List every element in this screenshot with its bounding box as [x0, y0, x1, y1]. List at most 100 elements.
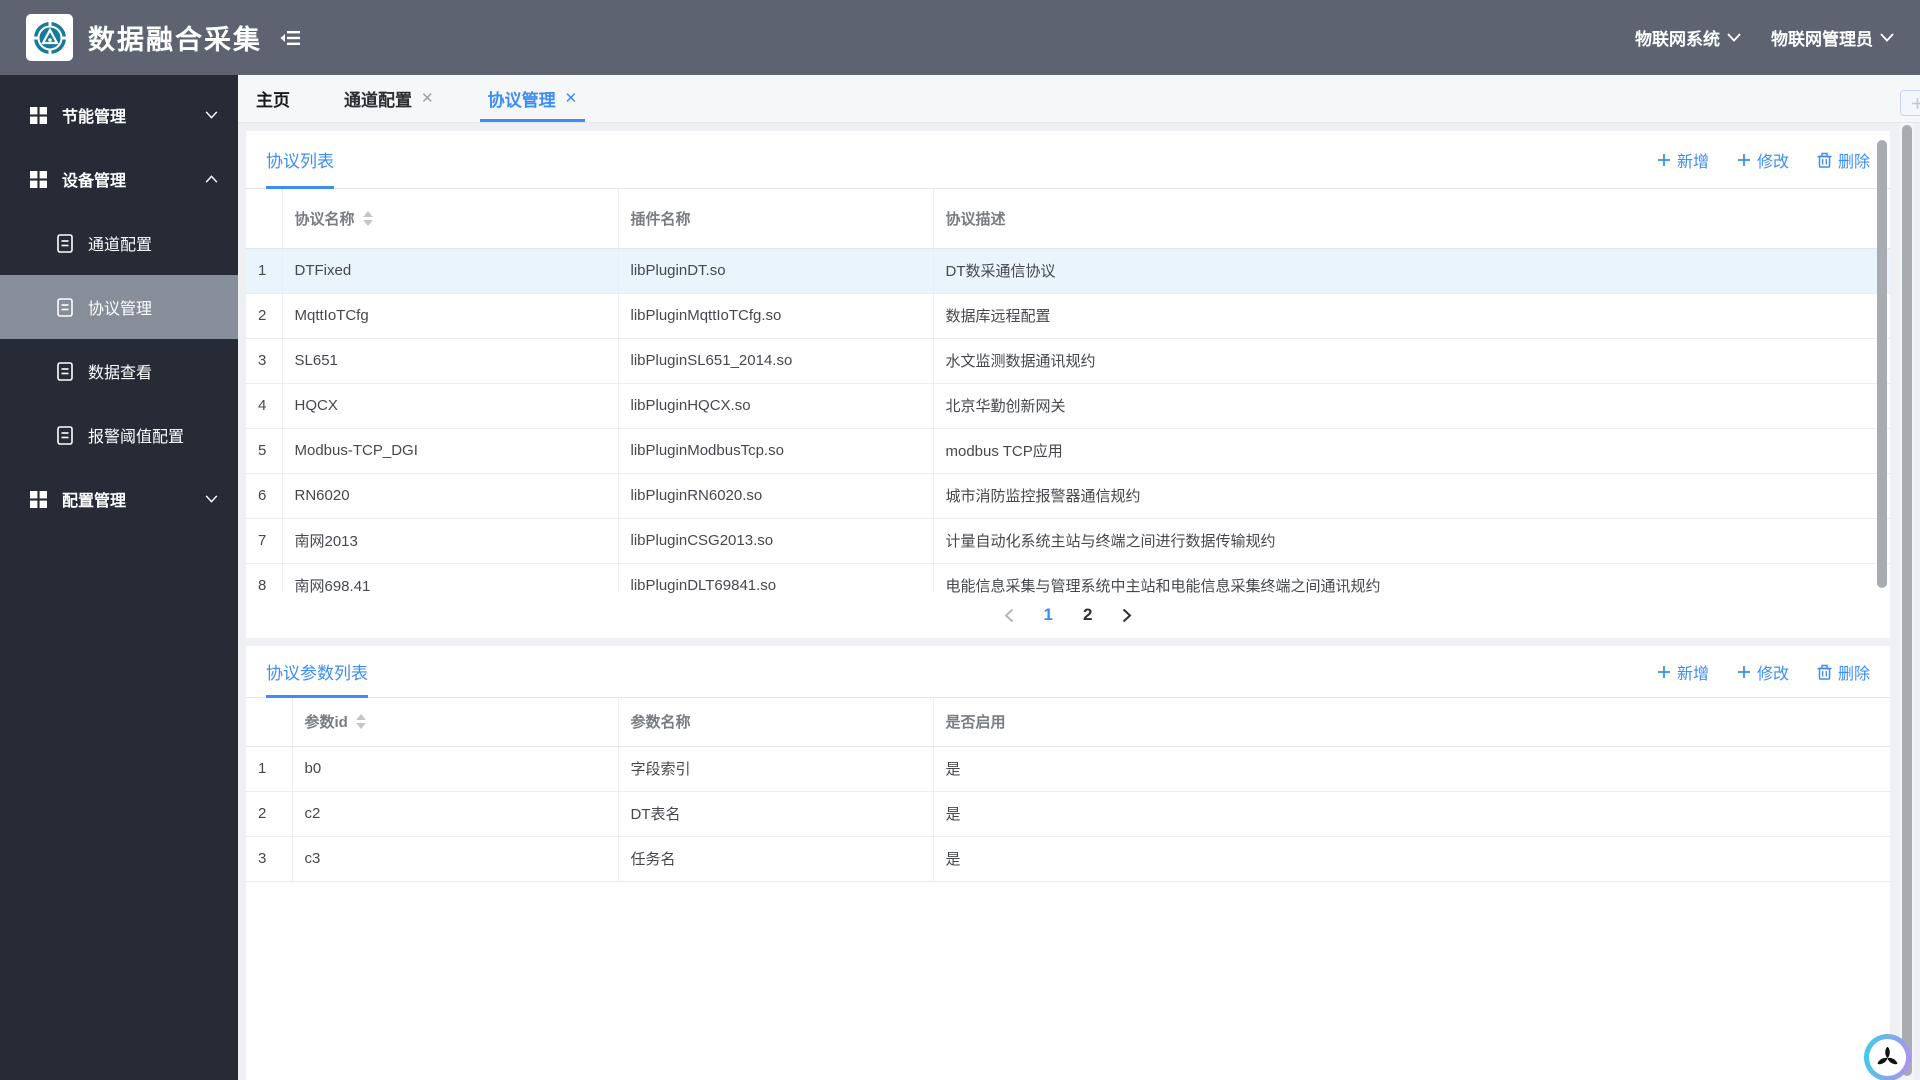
sidebar-item-label: 通道配置	[88, 237, 153, 254]
param-list-title[interactable]: 协议参数列表	[266, 646, 368, 698]
close-icon[interactable]: ✕	[565, 91, 578, 106]
system-select-label: 物联网系统	[1635, 30, 1720, 49]
sidebar-item-label: 协议管理	[88, 301, 153, 318]
add-param-button[interactable]: 新增	[1657, 660, 1709, 684]
table-row[interactable]: 8 南网698.41 libPluginDLT69841.so 电能信息采集与管理系统…	[246, 563, 1890, 593]
table-row[interactable]: 6 RN6020 libPluginRN6020.so 城市消防监控报警器通信规约	[246, 473, 1890, 519]
table-row[interactable]: 7 南网2013 libPluginCSG2013.so 计量自动化系统主站与终端之间…	[246, 518, 1890, 564]
scrollbar-thumb[interactable]	[1902, 125, 1912, 1076]
sidebar-item-protocol-management[interactable]: 协议管理	[0, 275, 238, 339]
trash-icon	[1817, 152, 1832, 168]
index-column-header	[246, 189, 283, 249]
chevron-down-icon	[1880, 33, 1894, 42]
pagination-next-button[interactable]	[1122, 608, 1132, 623]
param-actions: 新增 修改 删除	[1657, 660, 1870, 684]
pagination: 1 2	[246, 593, 1890, 637]
protocol-desc-column-header: 协议描述	[933, 189, 1890, 249]
sidebar-item-channel-config[interactable]: 通道配置	[0, 211, 238, 275]
chevron-left-icon	[1004, 608, 1013, 622]
table-row[interactable]: 1 b0 字段索引是	[246, 746, 1890, 792]
sidebar-item-data-view[interactable]: 数据查看	[0, 339, 238, 403]
sidebar-item-label: 报警阈值配置	[88, 429, 185, 446]
table-header-row: 参数id 参数名称 是否启用	[246, 698, 1890, 747]
plus-icon	[1657, 665, 1670, 678]
tab-protocol-management[interactable]: 协议管理 ✕	[472, 75, 594, 122]
protocol-name-column-header: 协议名称	[282, 189, 619, 249]
protocol-list-panel: 协议列表 新增 修改 删除 协议名称 插件名称 协议描述 1 DTFixed l…	[246, 131, 1890, 638]
table-row[interactable]: 3 SL651 libPluginSL651_2014.so 水文监测数据通讯规约	[246, 338, 1890, 384]
sidebar-item-alarm-threshold-config[interactable]: 报警阈值配置	[0, 403, 238, 467]
trash-icon	[1817, 664, 1832, 680]
plus-icon	[1737, 153, 1750, 166]
tab-channel-config[interactable]: 通道配置 ✕	[328, 75, 450, 122]
table-scrollbar[interactable]	[1877, 140, 1887, 588]
tab-label: 协议管理	[487, 91, 556, 110]
close-icon[interactable]: ✕	[421, 91, 434, 106]
app-emblem	[32, 20, 67, 55]
sidebar-group-config[interactable]: 配置管理	[0, 467, 238, 531]
document-icon	[57, 297, 73, 317]
sort-caret-icon[interactable]	[355, 714, 366, 730]
new-tab-plus-icon	[1911, 97, 1920, 109]
param-enabled-column-header: 是否启用	[933, 698, 1890, 747]
protocol-table-scroll-area[interactable]: 协议名称 插件名称 协议描述 1 DTFixed libPluginDT.so DT数…	[246, 189, 1890, 593]
system-select-dropdown[interactable]: 物联网系统	[1635, 25, 1741, 50]
plugin-name-column-header: 插件名称	[618, 189, 934, 249]
plus-icon	[1657, 153, 1670, 166]
delete-protocol-button[interactable]: 删除	[1817, 148, 1870, 172]
sidebar-group-devices[interactable]: 设备管理	[0, 147, 238, 211]
table-row[interactable]: 5 Modbus-TCP_DGI libPluginModbusTcp.so modb…	[246, 428, 1890, 474]
grid-icon	[30, 106, 47, 124]
table-row[interactable]: 1 DTFixed libPluginDT.so DT数采通信协议	[246, 248, 1890, 294]
vertical-scrollbar[interactable]	[1900, 123, 1914, 1080]
table-row[interactable]: 4 HQCX libPluginHQCX.so 北京华勤创新网关	[246, 383, 1890, 429]
protocol-actions: 新增 修改 删除	[1657, 148, 1870, 172]
document-icon	[57, 361, 73, 381]
tab-home[interactable]: 主页	[240, 75, 306, 122]
index-column-header	[246, 698, 293, 747]
user-menu-label: 物联网管理员	[1771, 30, 1873, 49]
table-header-row: 协议名称 插件名称 协议描述	[246, 189, 1890, 249]
table-row[interactable]: 2 MqttIoTCfg libPluginMqttIoTCfg.so 数据库远程配置	[246, 293, 1890, 339]
sidebar-group-label: 节能管理	[62, 109, 127, 126]
brand-watermark	[1864, 1034, 1911, 1080]
add-protocol-button[interactable]: 新增	[1657, 148, 1709, 172]
sidebar-nav: 节能管理 设备管理 通道配置 协议管理 数据查看 报警阈值配置 配置管理	[0, 75, 238, 1080]
sidebar-collapse-button[interactable]	[280, 29, 302, 47]
chevron-down-icon	[205, 111, 218, 119]
user-menu-dropdown[interactable]: 物联网管理员	[1771, 25, 1894, 50]
tab-label: 通道配置	[344, 91, 412, 110]
app-title: 数据融合采集	[88, 25, 262, 55]
edit-protocol-button[interactable]: 修改	[1737, 148, 1789, 172]
app-logo	[26, 14, 73, 61]
sidebar-collapse-icon	[280, 30, 300, 45]
param-name-column-header: 参数名称	[618, 698, 934, 747]
grid-icon	[30, 490, 47, 508]
delete-param-button[interactable]: 删除	[1817, 660, 1870, 684]
tab-bar: 主页 通道配置 ✕ 协议管理 ✕	[238, 75, 1920, 123]
param-table: 参数id 参数名称 是否启用 1 b0 字段索引是 2 c2 DT表名是 3 c…	[246, 698, 1890, 882]
new-tab-button[interactable]	[1900, 90, 1920, 116]
table-row[interactable]: 2 c2 DT表名是	[246, 791, 1890, 837]
protocol-list-title[interactable]: 协议列表	[266, 131, 334, 189]
param-panel-header: 协议参数列表 新增 修改 删除	[246, 646, 1890, 698]
chevron-up-icon	[205, 175, 218, 183]
protocol-panel-header: 协议列表 新增 修改 删除	[246, 131, 1890, 189]
sort-caret-icon[interactable]	[362, 210, 373, 226]
chevron-down-icon	[1727, 33, 1741, 42]
main-area: 主页 通道配置 ✕ 协议管理 ✕ 协议列表 新增 修改 删除 协议名称 插件名称…	[238, 75, 1920, 1080]
pagination-page-1[interactable]: 1	[1044, 605, 1053, 625]
content-area: 协议列表 新增 修改 删除 协议名称 插件名称 协议描述 1 DTFixed l…	[238, 123, 1920, 1080]
sidebar-group-energy[interactable]: 节能管理	[0, 83, 238, 147]
chevron-right-icon	[1123, 608, 1132, 622]
app-header: 数据融合采集 物联网系统 物联网管理员	[0, 0, 1920, 75]
sidebar-item-label: 数据查看	[88, 365, 153, 382]
edit-param-button[interactable]: 修改	[1737, 660, 1789, 684]
grid-icon	[30, 170, 47, 188]
protocol-param-panel: 协议参数列表 新增 修改 删除 参数id 参数名称 是否启用 1 b0 字段索引…	[246, 646, 1890, 1080]
pagination-prev-button[interactable]	[1004, 608, 1014, 623]
pagination-page-2[interactable]: 2	[1083, 605, 1092, 625]
protocol-table: 协议名称 插件名称 协议描述 1 DTFixed libPluginDT.so DT数…	[246, 189, 1890, 593]
table-row[interactable]: 3 c3 任务名是	[246, 836, 1890, 882]
brand-watermark-icon	[1877, 1046, 1898, 1065]
